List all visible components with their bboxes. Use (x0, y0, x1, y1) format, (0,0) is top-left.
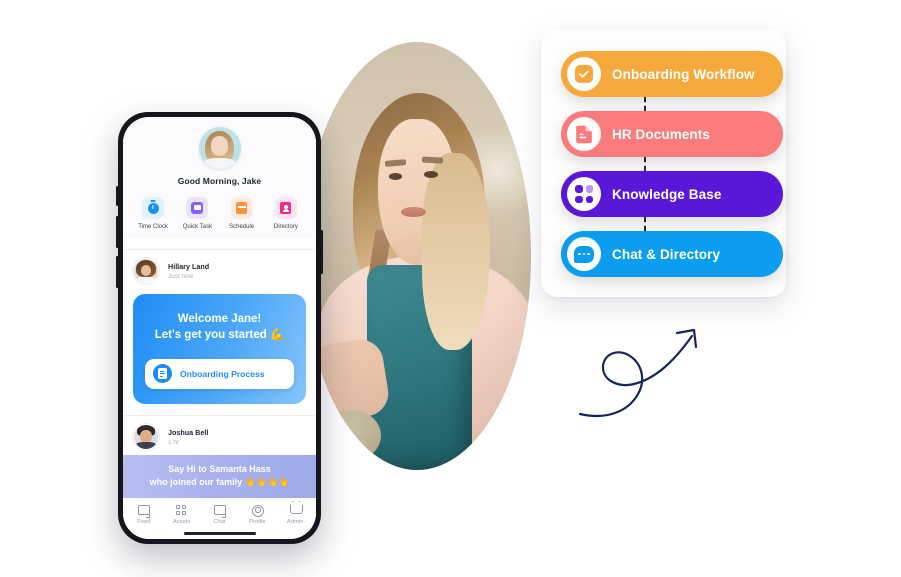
quick-action-schedule[interactable]: Schedule (220, 197, 264, 230)
document-icon (153, 364, 172, 384)
feed-post-hillary[interactable]: Hillary Land Just now Welcome Jane! Let'… (123, 250, 316, 404)
assets-grid-icon (176, 504, 187, 516)
feature-pill-label: Onboarding Workflow (612, 66, 755, 82)
quick-action-label: Schedule (229, 224, 255, 230)
quick-action-label: Quick Task (182, 224, 212, 230)
grid-squares-icon (567, 177, 601, 211)
tab-profile[interactable]: Profile (240, 504, 274, 525)
phone-volume-up-button[interactable] (116, 216, 119, 248)
welcome-line-2: Let's get you started 💪 (154, 329, 285, 342)
chat-bubble-icon (567, 237, 601, 271)
phone-screen: Good Morning, Jake Time Clock Quick Task… (123, 117, 316, 539)
post-timestamp: Just now (168, 273, 194, 280)
feature-pill-label: Knowledge Base (612, 186, 722, 202)
feature-pill-hr-documents[interactable]: HR Documents (561, 111, 783, 157)
crown-icon (289, 504, 303, 516)
feature-pill-label: Chat & Directory (612, 246, 721, 262)
bottom-tabbar: Feed Assets Chat Profile Admin (123, 498, 316, 527)
profile-icon (251, 504, 264, 517)
tab-label: Assets (172, 519, 191, 525)
feature-pill-label: HR Documents (612, 126, 710, 142)
welcome-card: Welcome Jane! Let's get you started 💪 On… (133, 294, 306, 404)
feature-pill-chat-directory[interactable]: Chat & Directory (561, 231, 783, 277)
post-author: Hillary Land (168, 262, 210, 271)
feed-icon (138, 504, 151, 516)
tab-label: Chat (213, 519, 226, 525)
avatar[interactable] (198, 127, 241, 169)
welcome-line-1: Welcome Jane! (177, 313, 262, 325)
tab-label: Feed (137, 519, 151, 525)
post-timestamp: 1 hr (168, 438, 180, 446)
chat-icon (213, 504, 226, 516)
clock-icon (142, 197, 165, 219)
post-author: Joshua Bell (168, 427, 209, 437)
quick-action-quick-task[interactable]: Quick Task (175, 197, 219, 230)
calendar-icon (230, 197, 253, 219)
onboarding-process-button[interactable]: Onboarding Process (145, 358, 294, 389)
tab-assets[interactable]: Assets (165, 504, 199, 525)
quick-actions-row: Time Clock Quick Task Schedule Directory (123, 197, 316, 230)
feed-post-joshua[interactable]: Joshua Bell 1 hr Say Hi to Samanta Hass … (123, 416, 316, 498)
banner-line-1: Say Hi to Samanta Hass (168, 463, 271, 474)
photo-vignette (303, 42, 531, 470)
welcome-banner: Say Hi to Samanta Hass who joined our fa… (123, 454, 316, 498)
phone-power-button[interactable] (320, 230, 323, 274)
tab-chat[interactable]: Chat (202, 504, 236, 525)
hero-illustration: Onboarding Workflow HR Documents Knowled… (0, 0, 901, 577)
app-header: Good Morning, Jake Time Clock Quick Task… (123, 117, 316, 238)
feature-pill-knowledge-base[interactable]: Knowledge Base (561, 171, 783, 217)
avatar-face (210, 136, 229, 156)
quick-action-time-clock[interactable]: Time Clock (131, 197, 175, 230)
post-avatar (133, 258, 159, 284)
task-icon (186, 197, 209, 219)
curly-arrow-icon (578, 328, 698, 418)
tab-label: Admin (286, 519, 304, 525)
feed-list[interactable]: Hillary Land Just now Welcome Jane! Let'… (123, 238, 316, 499)
avatar-body (203, 158, 236, 169)
quick-action-directory[interactable]: Directory (264, 197, 308, 230)
greeting-text: Good Morning, Jake (177, 176, 262, 186)
feature-pill-list: Onboarding Workflow HR Documents Knowled… (561, 51, 783, 277)
tab-admin[interactable]: Admin (278, 504, 312, 525)
contact-icon (274, 197, 297, 219)
phone-volume-down-button[interactable] (116, 256, 119, 288)
quick-action-label: Time Clock (138, 224, 169, 230)
feature-card-panel: Onboarding Workflow HR Documents Knowled… (541, 29, 786, 297)
banner-line-2: who joined our family 👋👋👋👋 (149, 476, 290, 487)
quick-action-label: Directory (273, 224, 298, 230)
home-indicator (123, 527, 316, 539)
phone-mockup: Good Morning, Jake Time Clock Quick Task… (116, 112, 323, 544)
tab-feed[interactable]: Feed (127, 504, 161, 525)
onboarding-button-label: Onboarding Process (180, 368, 265, 379)
feature-pill-onboarding-workflow[interactable]: Onboarding Workflow (561, 51, 783, 97)
document-icon (567, 117, 601, 151)
phone-mute-button[interactable] (116, 186, 119, 206)
tab-label: Profile (249, 519, 266, 525)
post-avatar (133, 423, 159, 450)
employee-photo (303, 42, 531, 470)
check-circle-icon (567, 57, 601, 91)
